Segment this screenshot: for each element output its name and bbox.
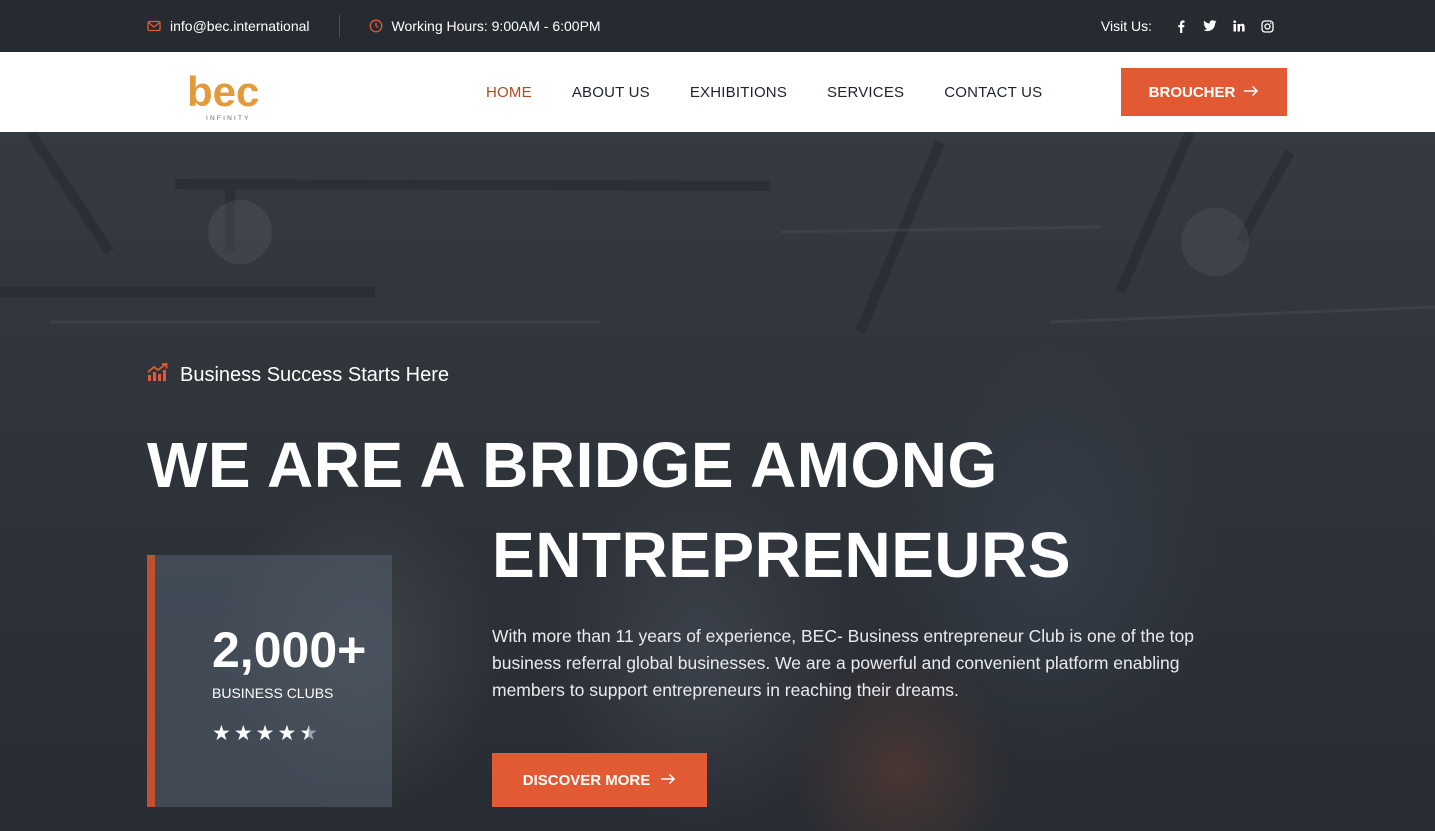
star-icon: ★ [212,722,231,745]
divider [338,15,340,37]
star-icon: ★ [233,722,253,745]
tagline-text: Business Success Starts Here [180,363,449,386]
star-rating: ★ ★ ★ ★ ★ [212,723,318,744]
star-icon: ★ [255,722,275,745]
star-icon: ★ [277,722,297,745]
logo-text: bec [187,68,259,115]
nav-menu: HOME ABOUT US EXHIBITIONS SERVICES CONTA… [486,52,1082,132]
broucher-label: BROUCHER [1148,83,1236,101]
envelope-icon [147,19,161,33]
nav-exhibitions[interactable]: EXHIBITIONS [690,84,787,101]
clock-icon [369,19,383,33]
top-bar-contact: info@bec.international Working Hours: 9:… [147,0,601,52]
nav-contact-us[interactable]: CONTACT US [944,84,1042,101]
hero-tagline: Business Success Starts Here [147,363,449,387]
nav-about-us[interactable]: ABOUT US [572,84,650,101]
growth-chart-icon [147,363,169,387]
arrow-right-icon [660,772,676,789]
facebook-icon[interactable] [1166,20,1195,33]
visit-label: Visit Us: [1100,18,1152,34]
broucher-button[interactable]: BROUCHER [1121,68,1287,116]
nav-home[interactable]: HOME [486,84,532,101]
discover-more-button[interactable]: DISCOVER MORE [492,753,707,807]
stat-value: 2,000+ [212,622,367,678]
linkedin-icon[interactable] [1224,20,1253,32]
social-links: Visit Us: [1101,0,1282,52]
hero-headline-line2: ENTREPRENEURS [492,519,1072,591]
main-navbar: bec INFINITY HOME ABOUT US EXHIBITIONS S… [0,52,1435,132]
bec-logo[interactable]: bec INFINITY [186,62,281,124]
hero-section: Business Success Starts Here WE ARE A BR… [0,132,1435,831]
top-bar: info@bec.international Working Hours: 9:… [0,0,1435,52]
half-star-icon: ★ [299,722,319,745]
discover-more-label: DISCOVER MORE [522,771,651,789]
stat-card: 2,000+ BUSINESS CLUBS ★ ★ ★ ★ ★ [147,555,392,807]
instagram-icon[interactable] [1253,19,1282,33]
twitter-icon[interactable] [1195,20,1224,32]
hero-headline-line1: WE ARE A BRIDGE AMONG [147,429,998,501]
email-link[interactable]: info@bec.international [147,18,310,34]
working-hours: Working Hours: 9:00AM - 6:00PM [369,18,601,34]
hero-description: With more than 11 years of experience, B… [492,626,1194,700]
arrow-right-icon [1243,84,1259,101]
stat-label: BUSINESS CLUBS [212,685,334,701]
hours-text: Working Hours: 9:00AM - 6:00PM [391,18,601,34]
email-text: info@bec.international [170,18,310,34]
nav-services[interactable]: SERVICES [827,84,904,101]
logo-subtext: INFINITY [206,115,251,122]
